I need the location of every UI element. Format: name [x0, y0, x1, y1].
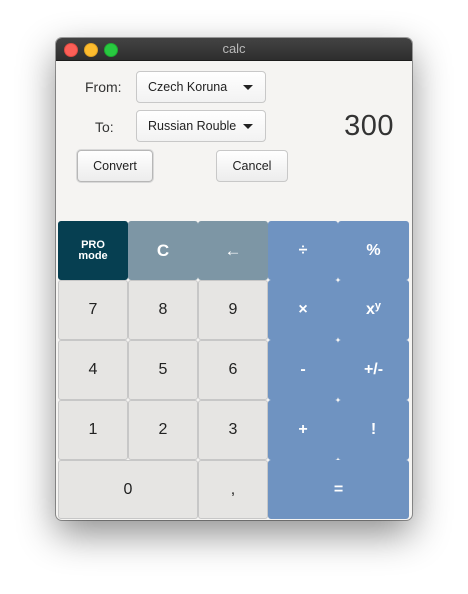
decimal-button[interactable]: ,: [198, 460, 268, 519]
from-currency-select[interactable]: Czech Koruna: [136, 71, 266, 103]
to-currency-value: Russian Rouble: [148, 119, 237, 133]
power-button[interactable]: xy: [338, 280, 409, 340]
digit-4-button[interactable]: 4: [58, 340, 128, 400]
convert-button[interactable]: Convert: [77, 150, 153, 182]
subtract-button[interactable]: -: [268, 340, 338, 400]
add-button[interactable]: +: [268, 400, 338, 460]
to-currency-select[interactable]: Russian Rouble: [136, 110, 266, 142]
digit-1-button[interactable]: 1: [58, 400, 128, 460]
keypad: PRO mode C ← ÷ % 7 8 9 × xy 4 5 6 - +/- …: [58, 221, 410, 519]
power-exponent: y: [374, 300, 382, 312]
power-base: x: [365, 301, 375, 318]
multiply-button[interactable]: ×: [268, 280, 338, 340]
divide-button[interactable]: ÷: [268, 221, 338, 280]
digit-3-button[interactable]: 3: [198, 400, 268, 460]
digit-8-button[interactable]: 8: [128, 280, 198, 340]
pro-mode-label-line1: PRO: [81, 238, 105, 251]
backspace-button[interactable]: ←: [198, 221, 268, 280]
chevron-down-icon: [243, 85, 253, 90]
digit-7-button[interactable]: 7: [58, 280, 128, 340]
pro-mode-label-line2: mode: [78, 249, 108, 262]
sign-toggle-button[interactable]: +/-: [338, 340, 409, 400]
pro-mode-button[interactable]: PRO mode: [58, 221, 128, 280]
chevron-down-icon: [243, 124, 253, 129]
window-title: calc: [222, 41, 246, 56]
display-value: 300: [344, 110, 394, 142]
factorial-button[interactable]: !: [338, 400, 409, 460]
calc-window: calc From: Czech Koruna To: Russian Roub…: [56, 38, 412, 520]
equals-button[interactable]: =: [268, 460, 409, 519]
from-label: From:: [85, 79, 122, 95]
cancel-button[interactable]: Cancel: [216, 150, 288, 182]
from-currency-value: Czech Koruna: [148, 80, 228, 94]
digit-6-button[interactable]: 6: [198, 340, 268, 400]
title-bar[interactable]: calc: [56, 38, 412, 61]
digit-5-button[interactable]: 5: [128, 340, 198, 400]
to-label: To:: [95, 119, 114, 135]
digit-2-button[interactable]: 2: [128, 400, 198, 460]
digit-0-button[interactable]: 0: [58, 460, 198, 519]
digit-9-button[interactable]: 9: [198, 280, 268, 340]
percent-button[interactable]: %: [338, 221, 409, 280]
clear-button[interactable]: C: [128, 221, 198, 280]
